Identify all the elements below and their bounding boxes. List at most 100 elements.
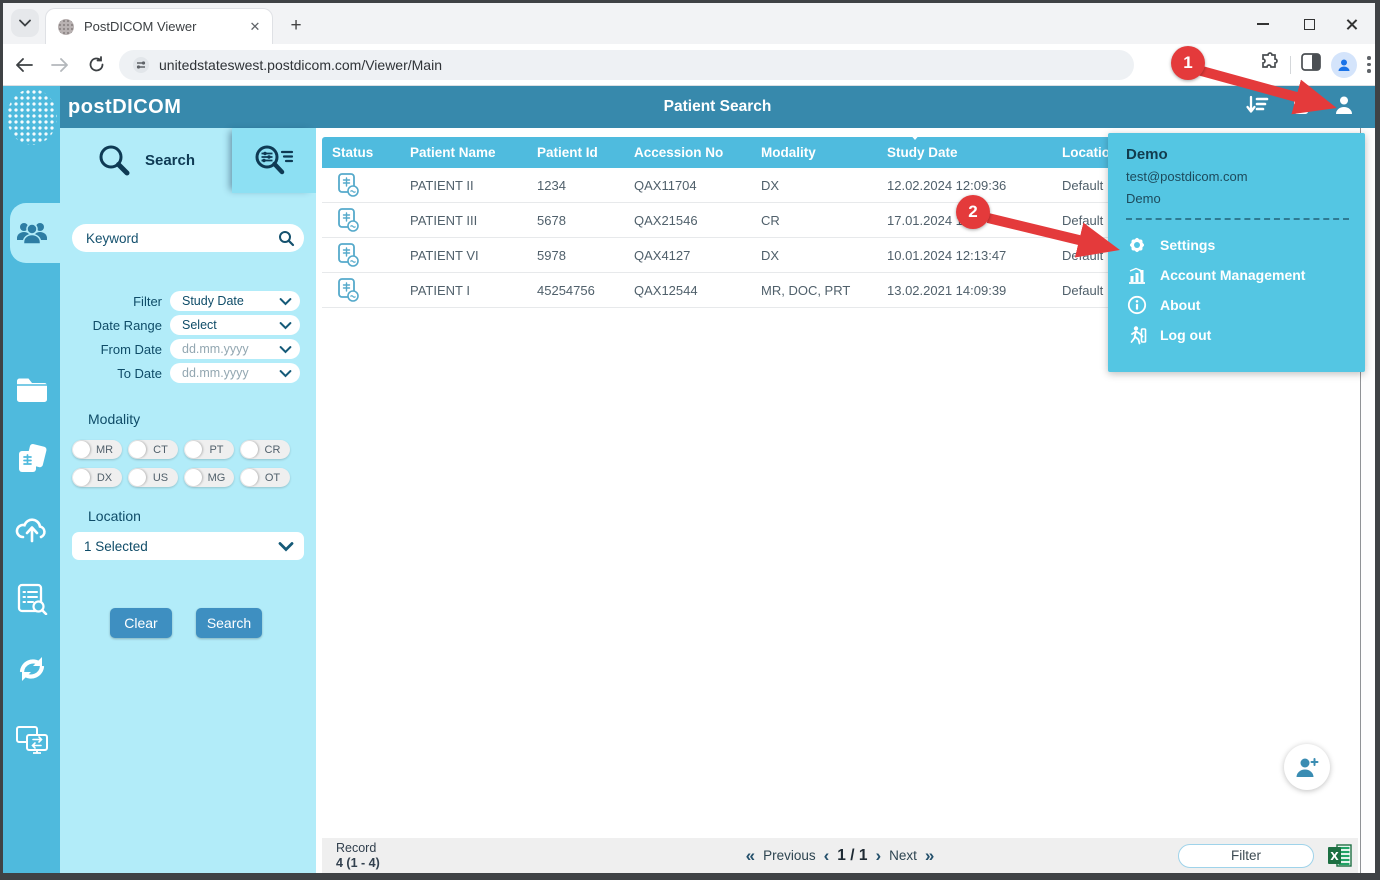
filter-select[interactable]: Study Date: [170, 291, 300, 311]
study-status-icon: [336, 172, 362, 198]
tab-search-button[interactable]: [11, 9, 39, 37]
chevron-down-icon: [278, 541, 294, 552]
tab-search[interactable]: Search: [60, 128, 232, 193]
col-study-date[interactable]: Study Date: [877, 145, 1052, 160]
keyword-input[interactable]: [72, 224, 304, 252]
sidebar-item-upload[interactable]: [3, 505, 60, 553]
menu-item-settings[interactable]: Settings: [1126, 230, 1349, 260]
search-tab-icon: [97, 144, 131, 178]
site-settings-icon[interactable]: [133, 57, 149, 73]
annotation-step-2-badge: 2: [956, 195, 990, 229]
modality-toggle-dx[interactable]: DX: [72, 468, 122, 487]
browser-toolbar: unitedstateswest.postdicom.com/Viewer/Ma…: [3, 44, 1375, 86]
url-bar[interactable]: unitedstateswest.postdicom.com/Viewer/Ma…: [119, 50, 1134, 80]
previous-page-icon[interactable]: ‹: [824, 846, 830, 866]
reload-button[interactable]: [81, 50, 111, 80]
toolbar-divider: [1290, 56, 1291, 74]
chevron-down-icon: [19, 19, 31, 27]
menu-divider: [1126, 218, 1349, 220]
patients-icon: [15, 220, 49, 246]
reload-icon: [88, 56, 105, 73]
menu-item-about[interactable]: About: [1126, 290, 1349, 320]
keyword-search-icon[interactable]: [278, 230, 295, 252]
from-date-select[interactable]: dd.mm.yyyy: [170, 339, 300, 359]
person-plus-icon: [1294, 755, 1320, 779]
previous-page-button[interactable]: Previous: [763, 848, 816, 863]
sidebar-item-devices[interactable]: [3, 716, 60, 764]
col-patient-id[interactable]: Patient Id: [527, 145, 624, 160]
study-status-icon: [336, 277, 362, 303]
url-text: unitedstateswest.postdicom.com/Viewer/Ma…: [159, 57, 442, 73]
modality-toggle-us[interactable]: US: [128, 468, 178, 487]
postdicom-viewer-window: PostDICOM Viewer ✕ + unitedstateswest.po…: [0, 0, 1380, 880]
last-page-icon[interactable]: »: [925, 846, 934, 866]
sidebar-item-worklist[interactable]: [3, 575, 60, 623]
postdicom-logo: [7, 89, 57, 145]
window-border: [0, 873, 1380, 880]
side-panel-icon[interactable]: [1301, 53, 1321, 76]
modality-toggle-mr[interactable]: MR: [72, 440, 122, 459]
add-patient-fab[interactable]: [1284, 744, 1330, 790]
user-name: Demo: [1126, 146, 1349, 163]
extensions-icon[interactable]: [1260, 52, 1280, 77]
chevron-down-icon: [279, 369, 292, 378]
forward-button[interactable]: [45, 50, 75, 80]
col-accession-no[interactable]: Accession No: [624, 145, 751, 160]
location-label: Location: [88, 508, 141, 524]
browser-tab[interactable]: PostDICOM Viewer ✕: [45, 8, 273, 44]
browser-menu-icon[interactable]: [1367, 54, 1371, 74]
folder-icon: [15, 375, 49, 402]
col-modality[interactable]: Modality: [751, 145, 877, 160]
modality-toggle-mg[interactable]: MG: [184, 468, 234, 487]
app-header: postDICOM Patient Search: [60, 86, 1375, 128]
sort-order-icon[interactable]: [1245, 94, 1269, 121]
search-button[interactable]: Search: [196, 608, 262, 638]
sync-icon: [16, 654, 48, 684]
sidebar-item-patients[interactable]: [3, 209, 60, 257]
gear-icon: [1126, 235, 1148, 255]
user-menu-icon[interactable]: [1333, 94, 1355, 121]
advanced-search-icon: [252, 143, 296, 179]
to-date-select[interactable]: dd.mm.yyyy: [170, 363, 300, 383]
new-tab-button[interactable]: +: [283, 13, 309, 39]
annotation-step-1-badge: 1: [1171, 46, 1205, 80]
date-range-label: Date Range: [60, 318, 170, 333]
menu-item-account-management[interactable]: Account Management: [1126, 260, 1349, 290]
forward-arrow-icon: [51, 58, 69, 72]
first-page-icon[interactable]: «: [746, 846, 755, 866]
modality-toggle-ct[interactable]: CT: [128, 440, 178, 459]
chevron-down-icon: [279, 297, 292, 306]
deleted-objects-icon[interactable]: [1291, 94, 1311, 121]
window-close-button[interactable]: [1331, 9, 1371, 39]
date-range-select[interactable]: Select: [170, 315, 300, 335]
menu-item-logout[interactable]: Log out: [1126, 320, 1349, 350]
next-page-button[interactable]: Next: [889, 848, 917, 863]
sidebar-item-studies[interactable]: [3, 435, 60, 483]
location-select[interactable]: 1 Selected: [72, 532, 304, 560]
sort-descending-indicator: [909, 133, 921, 140]
app-sidebar: [3, 86, 60, 873]
clear-button[interactable]: Clear: [110, 608, 172, 638]
tab-title: PostDICOM Viewer: [84, 19, 246, 34]
search-tab-label: Search: [145, 152, 195, 169]
modality-toggle-cr[interactable]: CR: [240, 440, 290, 459]
modality-toggle-ot[interactable]: OT: [240, 468, 290, 487]
tab-advanced-search[interactable]: [232, 128, 316, 193]
sidebar-item-folders[interactable]: [3, 364, 60, 412]
col-patient-name[interactable]: Patient Name: [400, 145, 527, 160]
tab-close-icon[interactable]: ✕: [246, 18, 264, 36]
logout-icon: [1126, 325, 1148, 345]
window-minimize-button[interactable]: [1243, 9, 1283, 39]
browser-profile-avatar[interactable]: [1331, 52, 1357, 78]
window-border: [1375, 0, 1380, 880]
window-border: [0, 0, 1380, 3]
sidebar-item-sync[interactable]: [3, 645, 60, 693]
window-maximize-button[interactable]: [1289, 9, 1329, 39]
col-status[interactable]: Status: [322, 145, 400, 160]
back-button[interactable]: [9, 50, 39, 80]
next-page-icon[interactable]: ›: [875, 846, 881, 866]
user-email: test@postdicom.com: [1126, 169, 1349, 184]
study-status-icon: [336, 207, 362, 233]
modality-toggle-pt[interactable]: PT: [184, 440, 234, 459]
page-title: Patient Search: [60, 98, 1375, 116]
